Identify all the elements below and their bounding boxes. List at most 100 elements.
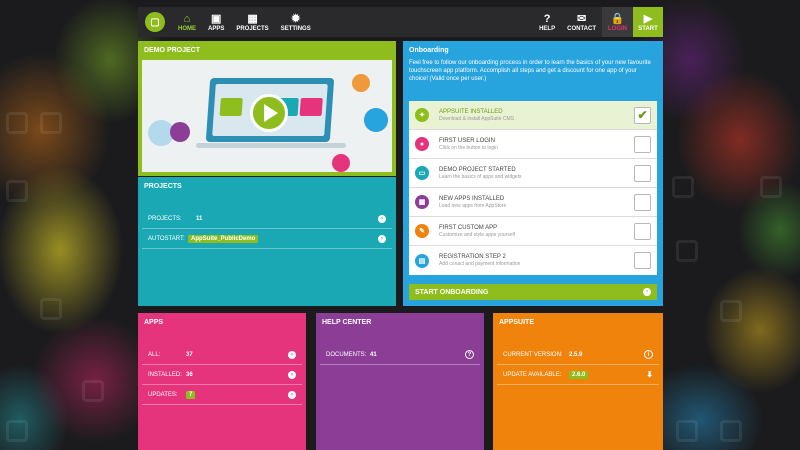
step-subtitle: Customize and style apps yourself <box>439 231 516 238</box>
nav-home[interactable]: ⌂ HOME <box>172 7 202 37</box>
autostart-row[interactable]: AUTOSTART: AppSuite_PublicDemo › <box>142 229 392 249</box>
projects-title: PROJECTS <box>144 182 182 190</box>
help-center-tile: HELP CENTER DOCUMENTS: 41 ? <box>316 313 484 450</box>
onboarding-step[interactable]: ✦ APPSUITE INSTALLED Download & install … <box>409 101 657 130</box>
monitor-icon: ▭ <box>415 166 429 180</box>
logo[interactable]: ▢ <box>138 7 172 37</box>
demo-project-title: DEMO PROJECT <box>144 46 201 54</box>
update-available-label: UPDATE AVAILABLE: <box>503 371 562 378</box>
step-subtitle: Learn the basics of apps and widgets <box>439 173 522 180</box>
appsuite-title: APPSUITE <box>499 318 535 326</box>
step-subtitle: Download & install AppSuite CMS <box>439 115 515 122</box>
apps-all-value: 37 <box>186 351 193 358</box>
brush-icon: ✎ <box>415 224 429 238</box>
apps-title: APPS <box>144 318 164 326</box>
onboarding-intro: Feel free to follow our onboarding proce… <box>409 60 651 82</box>
lock-icon: 🔒 <box>610 12 625 25</box>
info-icon[interactable]: i <box>644 350 653 359</box>
onboarding-step[interactable]: ● FIRST USER LOGIN Click on the button t… <box>409 130 657 159</box>
apps-tile: APPS ALL: 37 › INSTALLED: 36 › UPDATES: … <box>138 313 306 450</box>
step-checkbox[interactable] <box>634 222 651 240</box>
step-title: FIRST CUSTOM APP <box>439 224 498 231</box>
widget-card-icon <box>299 98 323 116</box>
onboarding-step[interactable]: ▤ REGISTRATION STEP 2 Add conact and pay… <box>409 246 657 275</box>
onboarding-title: Onboarding <box>409 46 449 54</box>
nav-login-label: LOGIN <box>608 25 627 32</box>
question-icon: ? <box>543 12 551 25</box>
step-checkbox[interactable] <box>634 193 651 211</box>
step-title: FIRST USER LOGIN <box>439 137 495 144</box>
onboarding-step[interactable]: ✎ FIRST CUSTOM APP Customize and style a… <box>409 217 657 246</box>
appsuite-tile: APPSUITE CURRENT VERSION: 2.5.9 i UPDATE… <box>493 313 663 450</box>
nav-help-label: HELP <box>539 25 556 32</box>
step-checkbox[interactable]: ✔ <box>634 106 651 124</box>
nav-projects[interactable]: ▦ PROJECTS <box>230 7 274 37</box>
projects-icon: ▦ <box>247 12 258 25</box>
home-icon: ⌂ <box>183 12 191 25</box>
current-version-label: CURRENT VERSION: <box>503 351 563 358</box>
gear-icon: ✹ <box>291 12 301 25</box>
step-checkbox[interactable] <box>634 135 651 153</box>
step-title: REGISTRATION STEP 2 <box>439 254 506 260</box>
id-card-icon: ▤ <box>415 253 429 268</box>
nav-login[interactable]: 🔒 LOGIN <box>602 7 633 37</box>
play-video-button[interactable] <box>250 94 288 132</box>
checkmark-icon: ✔ <box>637 108 648 122</box>
apps-installed-label: INSTALLED: <box>148 371 182 378</box>
monitor-logo-icon: ▢ <box>145 12 165 32</box>
nav-start[interactable]: ▶ START <box>633 7 663 37</box>
download-icon[interactable]: ⬇ <box>646 370 653 379</box>
chevron-right-icon[interactable]: › <box>288 370 296 379</box>
autostart-value: AppSuite_PublicDemo <box>188 234 259 243</box>
chevron-right-icon[interactable]: › <box>378 234 386 243</box>
apps-all-label: ALL: <box>148 351 161 358</box>
step-title: NEW APPS INSTALLED <box>439 195 505 202</box>
apps-updates-row[interactable]: UPDATES: 7 › <box>142 385 302 405</box>
step-checkbox[interactable] <box>634 252 651 269</box>
help-center-title: HELP CENTER <box>322 318 372 326</box>
apps-installed-row[interactable]: INSTALLED: 36 › <box>142 365 302 385</box>
laptop-base <box>196 143 346 148</box>
mail-icon: ✉ <box>576 12 587 25</box>
apps-icon: ▣ <box>210 12 222 25</box>
question-icon[interactable]: ? <box>465 350 474 359</box>
decor-circle-icon <box>170 122 190 142</box>
chevron-right-icon[interactable]: › <box>378 214 386 223</box>
nav-apps-label: APPS <box>208 25 225 32</box>
apps-all-row[interactable]: ALL: 37 › <box>142 345 302 365</box>
start-onboarding-label: START ONBOARDING <box>415 288 489 296</box>
widget-card-icon <box>219 98 243 116</box>
demo-project-illustration[interactable] <box>142 60 392 172</box>
current-version-row: CURRENT VERSION: 2.5.9 i <box>497 345 659 365</box>
step-checkbox[interactable] <box>634 164 651 182</box>
documents-row[interactable]: DOCUMENTS: 41 ? <box>320 345 480 365</box>
onboarding-step[interactable]: ▭ DEMO PROJECT STARTED Learn the basics … <box>409 159 657 188</box>
documents-label: DOCUMENTS: <box>326 351 367 358</box>
nav-contact[interactable]: ✉ CONTACT <box>561 7 602 37</box>
nav-home-label: HOME <box>178 25 196 32</box>
documents-value: 41 <box>370 351 377 358</box>
onboarding-step[interactable]: ▦ NEW APPS INSTALLED Load new apps from … <box>409 188 657 217</box>
rocket-icon: ✦ <box>415 108 429 122</box>
start-onboarding-button[interactable]: START ONBOARDING › <box>409 284 657 300</box>
decor-circle-icon <box>352 74 370 92</box>
play-icon <box>264 104 278 122</box>
chevron-right-icon[interactable]: › <box>288 350 296 359</box>
step-subtitle: Add conact and payment information <box>439 261 521 267</box>
step-title: APPSUITE INSTALLED <box>439 108 503 115</box>
projects-count-row[interactable]: PROJECTS: 11 › <box>142 209 392 229</box>
nav-settings[interactable]: ✹ SETTINGS <box>275 7 317 37</box>
update-available-row[interactable]: UPDATE AVAILABLE: 2.6.0 ⬇ <box>497 365 659 385</box>
decor-circle-icon <box>332 154 350 172</box>
onboarding-tile: Onboarding Feel free to follow our onboa… <box>403 41 663 306</box>
projects-count-value: 11 <box>196 215 203 222</box>
nav-projects-label: PROJECTS <box>236 25 269 32</box>
demo-project-tile: DEMO PROJECT <box>138 41 396 176</box>
projects-count-label: PROJECTS: <box>148 215 182 222</box>
onboarding-steps: ✦ APPSUITE INSTALLED Download & install … <box>409 101 657 275</box>
nav-apps[interactable]: ▣ APPS <box>202 7 230 37</box>
projects-tile: PROJECTS PROJECTS: 11 › AUTOSTART: AppSu… <box>138 177 396 306</box>
chevron-right-icon[interactable]: › <box>288 390 296 399</box>
apps-installed-value: 36 <box>186 371 193 378</box>
nav-help[interactable]: ? HELP <box>533 7 561 37</box>
